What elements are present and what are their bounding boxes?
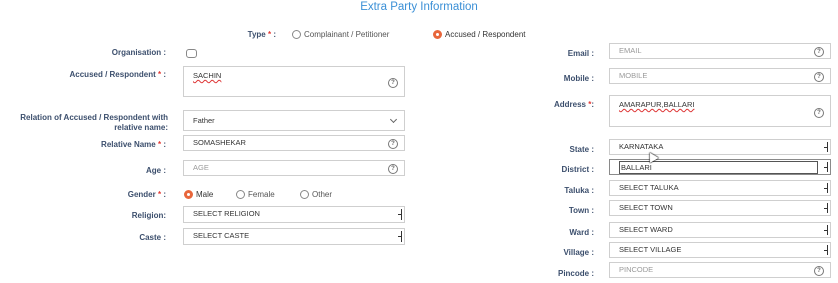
ward-value: SELECT WARD bbox=[619, 225, 673, 234]
state-value: KARNATAKA bbox=[619, 142, 664, 151]
religion-label: Religion: bbox=[131, 211, 166, 220]
relative-name-label: Relative Name * : bbox=[101, 140, 166, 149]
required-marker: * bbox=[267, 30, 272, 39]
question-circle-icon: ? bbox=[814, 47, 824, 57]
village-select[interactable]: SELECT VILLAGE bbox=[609, 242, 831, 258]
organisation-checkbox[interactable] bbox=[186, 49, 197, 58]
district-value: BALLARI bbox=[619, 161, 818, 174]
radio-other[interactable] bbox=[300, 190, 309, 199]
required-marker: * bbox=[588, 100, 592, 109]
question-circle-icon: ? bbox=[814, 266, 824, 276]
select-tick bbox=[398, 236, 402, 237]
ward-label: Ward : bbox=[569, 228, 594, 237]
age-field[interactable]: AGE? bbox=[183, 160, 405, 176]
relation-label: Relation of Accused / Respondent with re… bbox=[20, 113, 168, 132]
select-tick bbox=[824, 188, 828, 189]
email-label: Email : bbox=[567, 49, 594, 58]
state-select[interactable]: KARNATAKA bbox=[609, 139, 831, 155]
district-select[interactable]: BALLARI bbox=[609, 159, 831, 175]
address-label-text: Address bbox=[553, 100, 586, 109]
relative-name-value: SOMASHEKAR bbox=[193, 138, 246, 147]
state-label: State : bbox=[569, 145, 594, 154]
age-label: Age : bbox=[146, 166, 166, 175]
pincode-field[interactable]: PINCODE? bbox=[609, 262, 831, 278]
relation-value: Father bbox=[193, 116, 215, 125]
caste-label: Caste : bbox=[139, 233, 166, 242]
relative-name-label-text: Relative Name bbox=[101, 140, 156, 149]
pincode-label: Pincode : bbox=[557, 269, 594, 278]
accused-name-value: SACHIN bbox=[193, 71, 222, 80]
question-circle-icon: ? bbox=[814, 108, 824, 118]
type-label-text: Type bbox=[247, 30, 266, 39]
email-placeholder: EMAIL bbox=[619, 46, 642, 55]
gender-male-label: Male bbox=[196, 190, 214, 199]
question-circle-icon: ? bbox=[388, 78, 398, 88]
religion-value: SELECT RELIGION bbox=[193, 209, 260, 218]
select-tick bbox=[824, 230, 828, 231]
accused-label-text: Accused / Respondent bbox=[69, 70, 156, 79]
required-marker: * bbox=[157, 190, 162, 199]
gender-female-label: Female bbox=[248, 190, 275, 199]
district-label: District : bbox=[561, 165, 594, 174]
question-circle-icon: ? bbox=[388, 164, 398, 174]
select-tick bbox=[824, 208, 828, 209]
question-circle-icon: ? bbox=[814, 72, 824, 82]
village-label: Village : bbox=[563, 248, 594, 257]
caste-select[interactable]: SELECT CASTE bbox=[183, 228, 405, 245]
gender-option-female[interactable]: Female bbox=[236, 190, 275, 200]
taluka-value: SELECT TALUKA bbox=[619, 183, 679, 192]
gender-other-label: Other bbox=[312, 190, 333, 199]
town-value: SELECT TOWN bbox=[619, 203, 673, 212]
accused-label: Accused / Respondent * : bbox=[69, 70, 167, 79]
address-field[interactable]: AMARAPUR,BALLARI? bbox=[609, 95, 831, 127]
gender-option-other[interactable]: Other bbox=[300, 190, 332, 200]
village-value: SELECT VILLAGE bbox=[619, 245, 682, 254]
radio-complainant[interactable] bbox=[292, 30, 301, 39]
mobile-field[interactable]: MOBILE? bbox=[609, 68, 831, 84]
religion-select[interactable]: SELECT RELIGION bbox=[183, 206, 405, 223]
radio-male[interactable] bbox=[184, 190, 193, 199]
question-circle-icon: ? bbox=[388, 139, 398, 149]
gender-label: Gender * : bbox=[127, 190, 166, 199]
radio-accused[interactable] bbox=[433, 30, 442, 39]
required-marker: * bbox=[157, 140, 162, 149]
address-label: Address *: bbox=[553, 100, 594, 109]
select-tick bbox=[398, 214, 402, 215]
select-tick bbox=[824, 250, 828, 251]
type-option-accused-label: Accused / Respondent bbox=[445, 30, 526, 39]
taluka-select[interactable]: SELECT TALUKA bbox=[609, 180, 831, 196]
caste-value: SELECT CASTE bbox=[193, 231, 250, 240]
organisation-label: Organisation : bbox=[111, 48, 166, 57]
age-placeholder: AGE bbox=[193, 163, 209, 172]
type-label: Type * : bbox=[247, 30, 276, 39]
type-option-complainant[interactable]: Complainant / Petitioner bbox=[292, 30, 389, 40]
gender-option-male[interactable]: Male bbox=[184, 190, 213, 200]
gender-label-text: Gender bbox=[127, 190, 156, 199]
required-marker: * bbox=[157, 70, 162, 79]
radio-female[interactable] bbox=[236, 190, 245, 199]
relation-select[interactable]: Father bbox=[183, 110, 405, 131]
chevron-down-icon bbox=[389, 115, 398, 124]
mobile-label: Mobile : bbox=[563, 74, 594, 83]
type-option-complainant-label: Complainant / Petitioner bbox=[304, 30, 390, 39]
select-tick bbox=[824, 167, 828, 168]
pincode-placeholder: PINCODE bbox=[619, 265, 654, 274]
section-title: Extra Party Information bbox=[360, 1, 478, 13]
taluka-label: Taluka : bbox=[564, 186, 594, 195]
accused-name-field[interactable]: SACHIN? bbox=[183, 66, 405, 97]
type-option-accused[interactable]: Accused / Respondent bbox=[433, 30, 526, 40]
relative-name-field[interactable]: SOMASHEKAR? bbox=[183, 135, 405, 151]
select-tick bbox=[824, 147, 828, 148]
email-field[interactable]: EMAIL? bbox=[609, 43, 831, 59]
town-select[interactable]: SELECT TOWN bbox=[609, 200, 831, 216]
town-label: Town : bbox=[568, 206, 594, 215]
ward-select[interactable]: SELECT WARD bbox=[609, 222, 831, 238]
address-value: AMARAPUR,BALLARI bbox=[619, 100, 695, 109]
mobile-placeholder: MOBILE bbox=[619, 71, 648, 80]
